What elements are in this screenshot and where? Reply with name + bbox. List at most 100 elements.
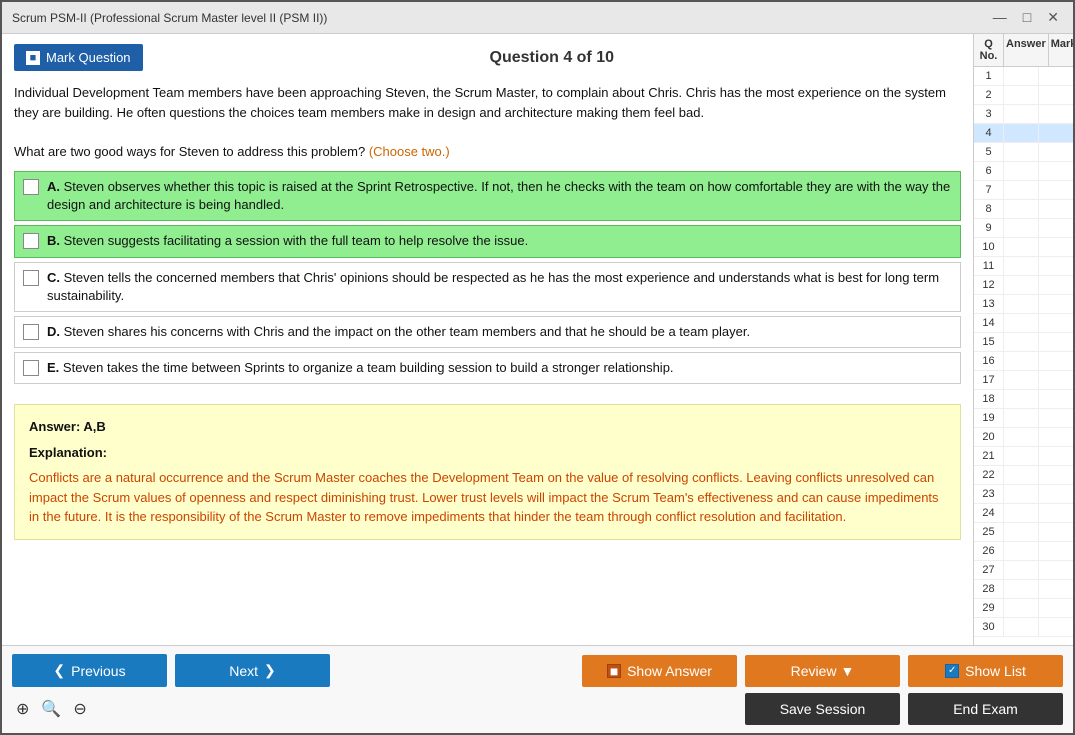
sidebar-row[interactable]: 28 — [974, 580, 1073, 599]
sidebar-row-number: 24 — [974, 504, 1004, 522]
sidebar-row-number: 27 — [974, 561, 1004, 579]
sidebar-row-answer — [1004, 352, 1039, 370]
sidebar-row-marked — [1039, 200, 1074, 218]
sidebar-row-number: 30 — [974, 618, 1004, 636]
sidebar-row[interactable]: 15 — [974, 333, 1073, 352]
sidebar-row[interactable]: 29 — [974, 599, 1073, 618]
sidebar-row-number: 6 — [974, 162, 1004, 180]
checkbox-c[interactable] — [23, 270, 39, 286]
sidebar-row-marked — [1039, 599, 1074, 617]
sidebar-row[interactable]: 1 — [974, 67, 1073, 86]
mark-checkbox-icon: ■ — [26, 51, 40, 65]
sidebar-row-number: 20 — [974, 428, 1004, 446]
show-answer-label: Show Answer — [627, 663, 712, 679]
sidebar-row[interactable]: 5 — [974, 143, 1073, 162]
sidebar-row-number: 21 — [974, 447, 1004, 465]
option-d-text: D. Steven shares his concerns with Chris… — [47, 323, 750, 341]
sidebar-row-answer — [1004, 276, 1039, 294]
sidebar-row-answer — [1004, 371, 1039, 389]
review-button[interactable]: Review ▼ — [745, 655, 900, 687]
minimize-button[interactable]: — — [989, 9, 1011, 26]
sidebar-row[interactable]: 24 — [974, 504, 1073, 523]
checkbox-d[interactable] — [23, 324, 39, 340]
show-list-icon: ✓ — [945, 664, 959, 678]
sidebar-row-number: 10 — [974, 238, 1004, 256]
sidebar-row-number: 8 — [974, 200, 1004, 218]
zoom-out-button[interactable]: ⊖ — [69, 697, 90, 721]
sidebar-row[interactable]: 6 — [974, 162, 1073, 181]
window-title: Scrum PSM-II (Professional Scrum Master … — [12, 11, 327, 25]
show-list-button[interactable]: ✓ Show List — [908, 655, 1063, 687]
sidebar-row-marked — [1039, 542, 1074, 560]
sidebar-row[interactable]: 11 — [974, 257, 1073, 276]
next-button[interactable]: Next ❯ — [175, 654, 330, 687]
sidebar-row[interactable]: 2 — [974, 86, 1073, 105]
sidebar-row[interactable]: 21 — [974, 447, 1073, 466]
sidebar-row-number: 2 — [974, 86, 1004, 104]
sidebar-row[interactable]: 4 — [974, 124, 1073, 143]
header-row: ■ Mark Question Question 4 of 10 — [14, 44, 961, 71]
mark-question-button[interactable]: ■ Mark Question — [14, 44, 143, 71]
option-e[interactable]: E. Steven takes the time between Sprints… — [14, 352, 961, 384]
option-c[interactable]: C. Steven tells the concerned members th… — [14, 262, 961, 312]
sidebar-row[interactable]: 8 — [974, 200, 1073, 219]
next-label: Next — [229, 663, 258, 679]
sidebar-row-marked — [1039, 314, 1074, 332]
option-b-text: B. Steven suggests facilitating a sessio… — [47, 232, 528, 250]
bottom-bar: ❮ Previous Next ❯ ■ Show Answer Review ▼… — [2, 645, 1073, 733]
sidebar-row-answer — [1004, 67, 1039, 85]
option-b[interactable]: B. Steven suggests facilitating a sessio… — [14, 225, 961, 257]
sidebar-row[interactable]: 14 — [974, 314, 1073, 333]
checkbox-a[interactable] — [23, 179, 39, 195]
sidebar-row[interactable]: 16 — [974, 352, 1073, 371]
sidebar-row[interactable]: 9 — [974, 219, 1073, 238]
zoom-controls: ⊕ 🔍 ⊖ — [12, 697, 91, 721]
option-d[interactable]: D. Steven shares his concerns with Chris… — [14, 316, 961, 348]
sidebar-row-number: 18 — [974, 390, 1004, 408]
end-exam-button[interactable]: End Exam — [908, 693, 1063, 725]
save-session-label: Save Session — [780, 701, 866, 717]
zoom-in-button[interactable]: ⊕ — [12, 697, 33, 721]
question-sidebar: Q No. Answer Marked 1 2 3 4 5 6 — [973, 34, 1073, 645]
sidebar-row-answer — [1004, 200, 1039, 218]
checkbox-b[interactable] — [23, 233, 39, 249]
sidebar-row[interactable]: 27 — [974, 561, 1073, 580]
sidebar-row[interactable]: 12 — [974, 276, 1073, 295]
zoom-fit-button[interactable]: 🔍 — [37, 697, 65, 721]
sidebar-col-qno: Q No. — [974, 34, 1004, 66]
sidebar-row[interactable]: 3 — [974, 105, 1073, 124]
close-button[interactable]: ✕ — [1043, 9, 1063, 26]
checkbox-e[interactable] — [23, 360, 39, 376]
sidebar-row-answer — [1004, 390, 1039, 408]
sidebar-row[interactable]: 22 — [974, 466, 1073, 485]
previous-button[interactable]: ❮ Previous — [12, 654, 167, 687]
show-answer-button[interactable]: ■ Show Answer — [582, 655, 737, 687]
sidebar-list: 1 2 3 4 5 6 7 8 — [974, 67, 1073, 645]
sidebar-row-number: 23 — [974, 485, 1004, 503]
sidebar-row-number: 28 — [974, 580, 1004, 598]
sidebar-row-number: 3 — [974, 105, 1004, 123]
sidebar-row[interactable]: 17 — [974, 371, 1073, 390]
save-session-button[interactable]: Save Session — [745, 693, 900, 725]
sidebar-row[interactable]: 18 — [974, 390, 1073, 409]
sidebar-row-marked — [1039, 409, 1074, 427]
sidebar-row-marked — [1039, 162, 1074, 180]
sidebar-row-answer — [1004, 561, 1039, 579]
sidebar-row[interactable]: 20 — [974, 428, 1073, 447]
option-a[interactable]: A. Steven observes whether this topic is… — [14, 171, 961, 221]
maximize-button[interactable]: □ — [1019, 9, 1035, 26]
sidebar-row[interactable]: 10 — [974, 238, 1073, 257]
sidebar-row[interactable]: 30 — [974, 618, 1073, 637]
sidebar-row-answer — [1004, 181, 1039, 199]
sidebar-row[interactable]: 25 — [974, 523, 1073, 542]
sidebar-row[interactable]: 26 — [974, 542, 1073, 561]
explanation-text: Conflicts are a natural occurrence and t… — [29, 468, 946, 527]
main-panel: ■ Mark Question Question 4 of 10 Individ… — [2, 34, 973, 645]
sidebar-row[interactable]: 19 — [974, 409, 1073, 428]
sidebar-row-marked — [1039, 105, 1074, 123]
sidebar-row[interactable]: 23 — [974, 485, 1073, 504]
sidebar-row[interactable]: 13 — [974, 295, 1073, 314]
sidebar-row-answer — [1004, 580, 1039, 598]
sidebar-row[interactable]: 7 — [974, 181, 1073, 200]
sidebar-row-number: 26 — [974, 542, 1004, 560]
